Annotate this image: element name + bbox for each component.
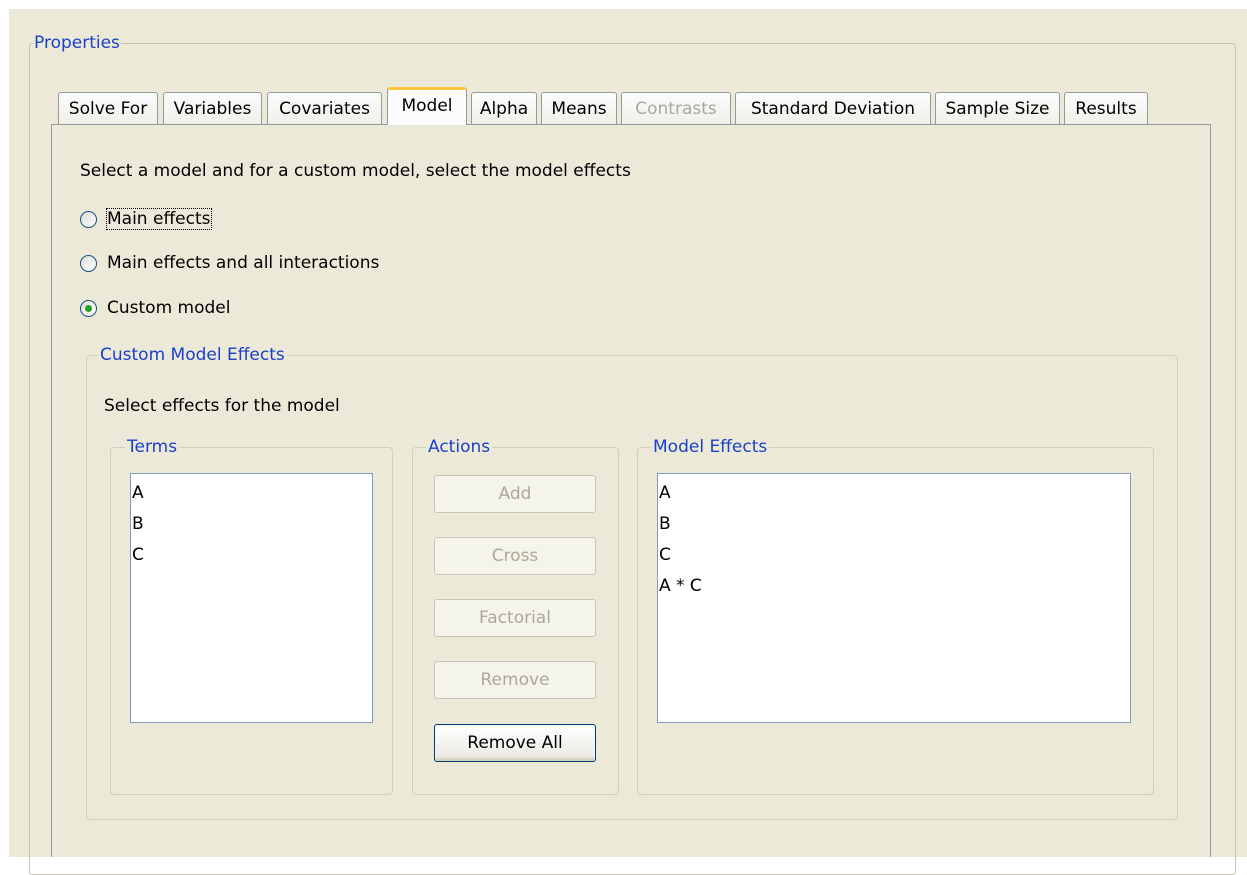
radio-label: Custom model: [107, 298, 231, 318]
radio-custom-model[interactable]: Custom model: [80, 295, 230, 321]
tab-standard-deviation[interactable]: Standard Deviation: [735, 92, 931, 125]
remove-button: Remove: [434, 661, 596, 699]
terms-title: Terms: [125, 436, 180, 458]
tab-alpha[interactable]: Alpha: [471, 92, 537, 125]
factorial-button: Factorial: [434, 599, 596, 637]
list-item[interactable]: C: [131, 540, 372, 571]
tab-contrasts: Contrasts: [621, 92, 731, 125]
radio-label: Main effects and all interactions: [107, 253, 380, 273]
radio-button[interactable]: [80, 254, 97, 272]
tab-covariates[interactable]: Covariates: [267, 92, 382, 125]
terms-list[interactable]: A B C: [130, 473, 373, 723]
radio-button[interactable]: [80, 210, 97, 228]
radio-main-effects[interactable]: Main effects: [80, 206, 212, 232]
tab-solve-for[interactable]: Solve For: [58, 92, 158, 125]
tab-variables[interactable]: Variables: [163, 92, 262, 125]
model-effects-title: Model Effects: [651, 436, 770, 458]
radio-label: Main effects: [106, 208, 212, 230]
tab-means[interactable]: Means: [541, 92, 617, 125]
list-item[interactable]: C: [658, 540, 1130, 571]
model-effects-list[interactable]: A B C A * C: [657, 473, 1131, 723]
list-item[interactable]: A: [131, 478, 372, 509]
tab-model[interactable]: Model: [387, 87, 467, 125]
actions-title: Actions: [426, 436, 493, 458]
list-item[interactable]: B: [131, 509, 372, 540]
remove-all-button[interactable]: Remove All: [434, 724, 596, 762]
list-item[interactable]: B: [658, 509, 1130, 540]
model-instruction: Select a model and for a custom model, s…: [80, 161, 631, 181]
radio-button-selected[interactable]: [80, 299, 97, 317]
list-item[interactable]: A * C: [658, 571, 1130, 602]
cross-button: Cross: [434, 537, 596, 575]
custom-model-effects-title: Custom Model Effects: [98, 344, 287, 366]
tab-results[interactable]: Results: [1064, 92, 1148, 125]
tab-sample-size[interactable]: Sample Size: [935, 92, 1060, 125]
list-item[interactable]: A: [658, 478, 1130, 509]
radio-main-effects-all-interactions[interactable]: Main effects and all interactions: [80, 250, 379, 276]
properties-title: Properties: [33, 32, 121, 54]
effects-instruction: Select effects for the model: [104, 396, 340, 416]
add-button: Add: [434, 475, 596, 513]
